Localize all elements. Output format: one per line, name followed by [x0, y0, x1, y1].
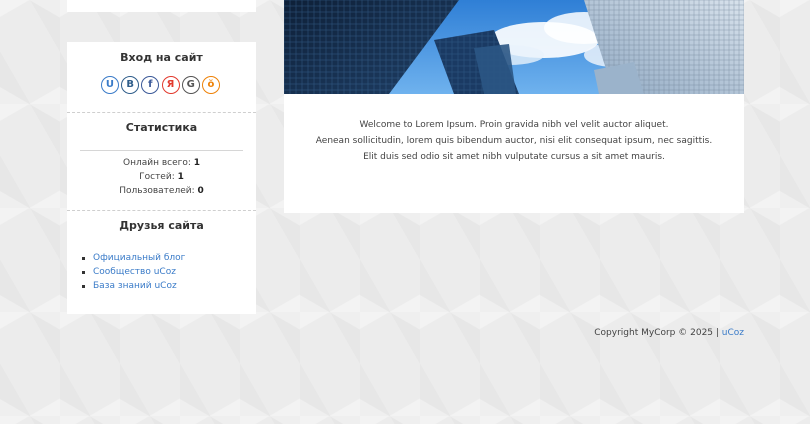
stat-guests-label: Гостей: — [139, 172, 178, 182]
stats-block-title: Статистика — [125, 121, 198, 134]
sidebar-top-panel — [67, 0, 256, 12]
yandex-login-icon[interactable]: Я — [161, 76, 180, 94]
ucoz-login-icon[interactable]: U — [100, 76, 119, 94]
stat-online-value: 1 — [193, 158, 200, 168]
stat-online-label: Онлайн всего: — [122, 158, 194, 168]
stat-guests-value: 1 — [177, 172, 184, 182]
friends-link-blog[interactable]: Официальный блог — [93, 253, 185, 263]
stat-users: Пользователей: 0 — [67, 184, 256, 198]
skyscrapers-image — [284, 0, 744, 94]
sidebar: Вход на сайт UBfЯGŏ Статистика Онлайн вс… — [67, 42, 256, 314]
block-divider — [67, 112, 256, 113]
friends-link-knowledge-base[interactable]: База знаний uCoz — [93, 281, 177, 291]
friends-block-title: Друзья сайта — [119, 219, 204, 232]
list-item: База знаний uCoz — [81, 279, 185, 293]
welcome-text: Welcome to Lorem Ipsum. Proin gravida ni… — [284, 117, 744, 165]
welcome-line: Elit duis sed odio sit amet nibh vulputa… — [363, 152, 665, 162]
list-item: Сообщество uCoz — [81, 265, 185, 279]
stats-lines: Онлайн всего: 1 Гостей: 1 Пользователей:… — [67, 156, 256, 198]
stats-divider — [80, 150, 243, 151]
ucoz-footer-link[interactable]: uCoz — [722, 328, 744, 338]
vkontakte-login-icon[interactable]: B — [121, 76, 140, 94]
login-block-title: Вход на сайт — [120, 51, 203, 64]
social-login-row: UBfЯGŏ — [67, 76, 256, 94]
main-content: Welcome to Lorem Ipsum. Proin gravida ni… — [284, 0, 744, 213]
friends-link-community[interactable]: Сообщество uCoz — [93, 267, 176, 277]
welcome-line: Welcome to Lorem Ipsum. Proin gravida ni… — [359, 120, 669, 130]
list-item: Официальный блог — [81, 251, 185, 265]
hero-image — [284, 0, 744, 94]
stat-users-label: Пользователей: — [119, 186, 198, 196]
odnoklassniki-login-icon[interactable]: ŏ — [201, 76, 220, 94]
footer: Copyright MyCorp © 2025 | uCoz — [594, 328, 744, 338]
stat-users-value: 0 — [197, 186, 204, 196]
copyright-text: Copyright MyCorp © 2025 | — [594, 328, 722, 338]
block-divider — [67, 210, 256, 211]
welcome-line: Aenean sollicitudin, lorem quis bibendum… — [315, 136, 713, 146]
google-login-icon[interactable]: G — [181, 76, 200, 94]
stat-online: Онлайн всего: 1 — [67, 156, 256, 170]
facebook-login-icon[interactable]: f — [141, 76, 160, 94]
stat-guests: Гостей: 1 — [67, 170, 256, 184]
friends-list: Официальный блог Сообщество uCoz База зн… — [81, 251, 185, 293]
